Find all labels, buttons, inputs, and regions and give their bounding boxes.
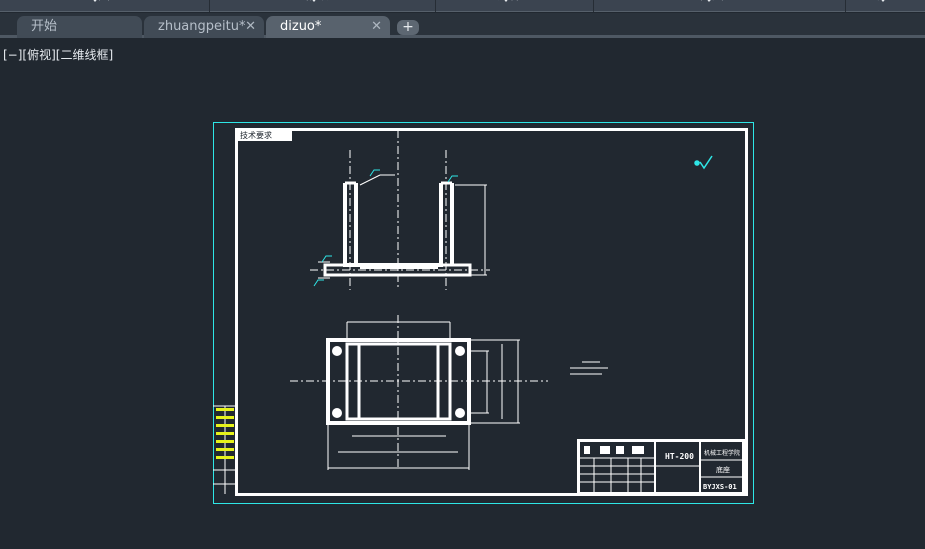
header-label-text: 技术要求 (240, 130, 272, 140)
sheet-outer-frame (213, 122, 754, 504)
top-view (290, 315, 548, 470)
drawing-canvas[interactable]: 技术要求 HT-200 机械工程学院 底座 BYJXS-01 (0, 0, 925, 549)
title-block-school: 机械工程学院 (704, 449, 740, 457)
front-view (310, 130, 490, 290)
surface-roughness-icon (694, 155, 713, 170)
title-block-part-name: 底座 (716, 465, 730, 474)
title-block-material: HT-200 (665, 452, 694, 461)
title-block-drawing-number: BYJXS-01 (703, 483, 737, 491)
technical-notes (570, 361, 608, 375)
